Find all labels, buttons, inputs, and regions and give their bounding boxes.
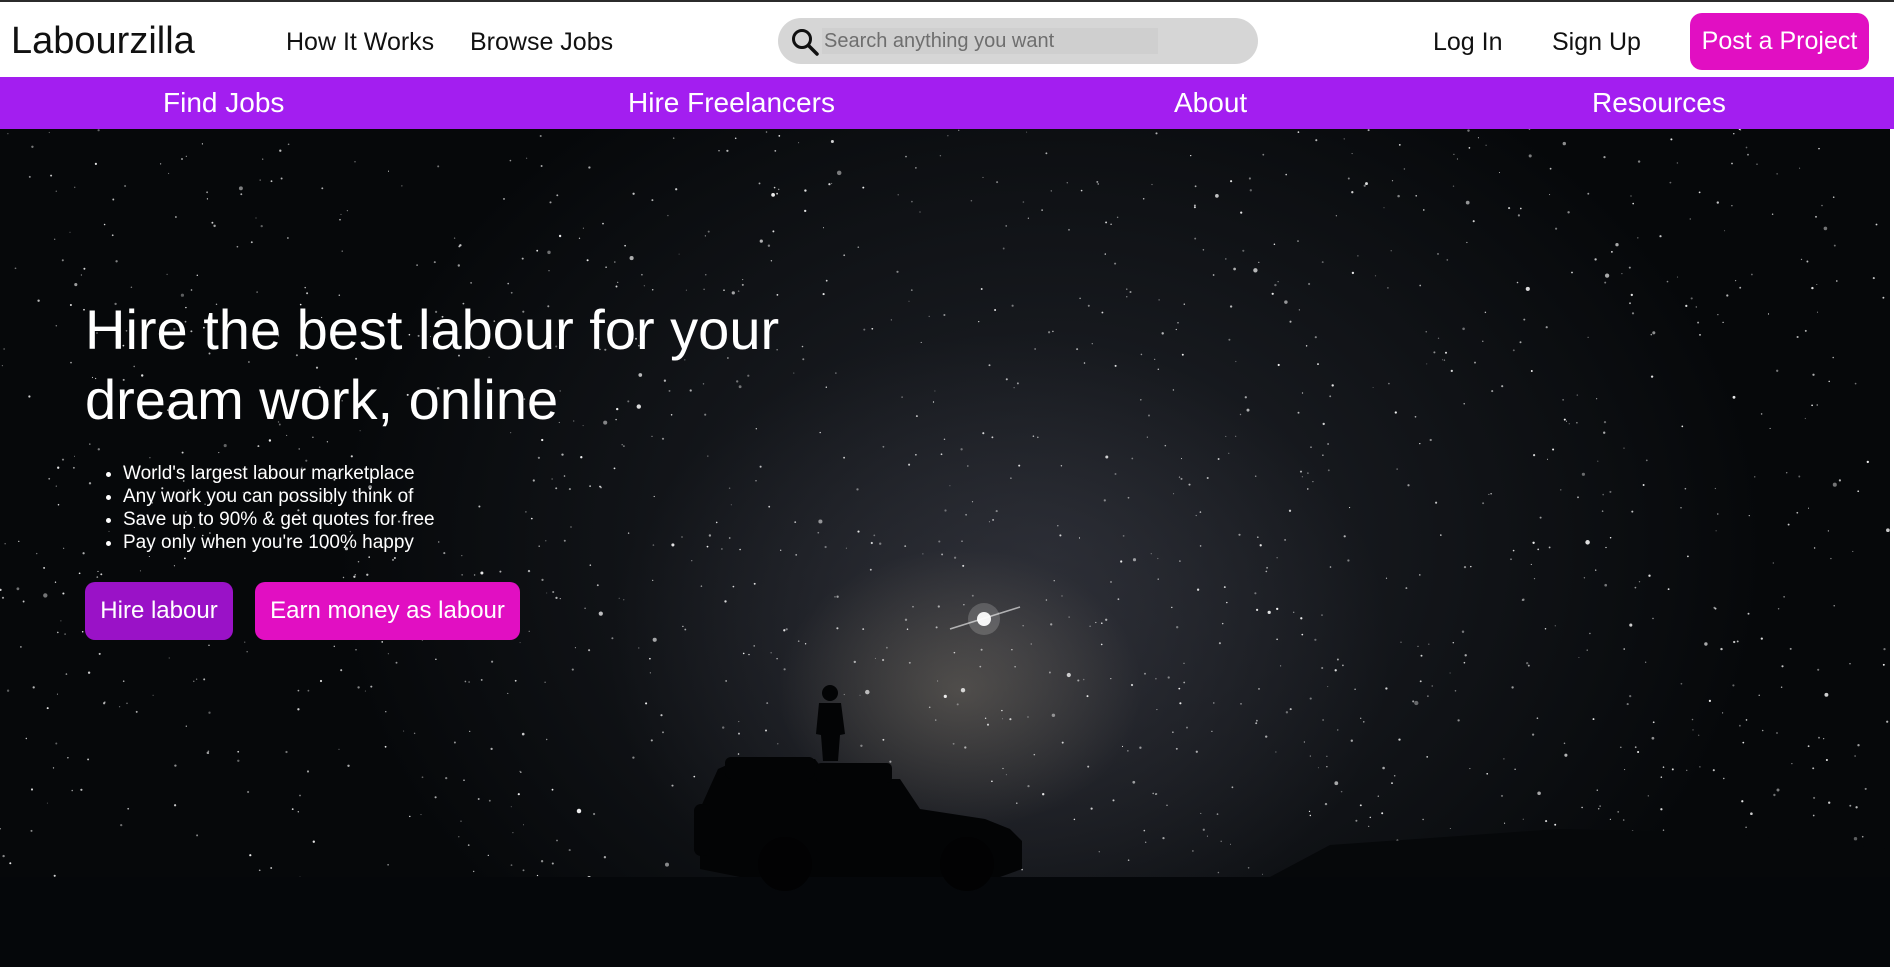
hero-title: Hire the best labour for your dream work… [85,298,780,431]
earn-money-button[interactable]: Earn money as labour [255,582,520,640]
login-link[interactable]: Log In [1433,27,1503,57]
search-input[interactable] [822,28,1158,54]
nav-browse-jobs[interactable]: Browse Jobs [470,27,613,57]
page-edge [1890,129,1894,967]
hero-section: Hire the best labour for your dream work… [0,129,1890,967]
nav-resources[interactable]: Resources [1592,86,1726,120]
list-item: Pay only when you're 100% happy [123,531,435,554]
page: Labourzilla How It Works Browse Jobs Log… [0,0,1894,967]
category-nav: Find Jobs Hire Freelancers About Resourc… [0,77,1894,129]
nav-how-it-works[interactable]: How It Works [286,27,434,57]
site-logo[interactable]: Labourzilla [11,19,195,63]
search-bar[interactable] [778,18,1258,64]
signup-link[interactable]: Sign Up [1552,27,1641,57]
nav-about[interactable]: About [1174,86,1247,120]
nav-hire-freelancers[interactable]: Hire Freelancers [628,86,835,120]
top-header: Labourzilla How It Works Browse Jobs Log… [0,0,1894,77]
search-icon[interactable] [790,27,820,57]
list-item: Save up to 90% & get quotes for free [123,508,435,531]
list-item: World's largest labour marketplace [123,462,435,485]
hero-bullet-list: World's largest labour marketplace Any w… [85,462,435,554]
list-item: Any work you can possibly think of [123,485,435,508]
hire-labour-button[interactable]: Hire labour [85,582,233,640]
post-project-button[interactable]: Post a Project [1690,13,1869,70]
nav-find-jobs[interactable]: Find Jobs [163,86,284,120]
